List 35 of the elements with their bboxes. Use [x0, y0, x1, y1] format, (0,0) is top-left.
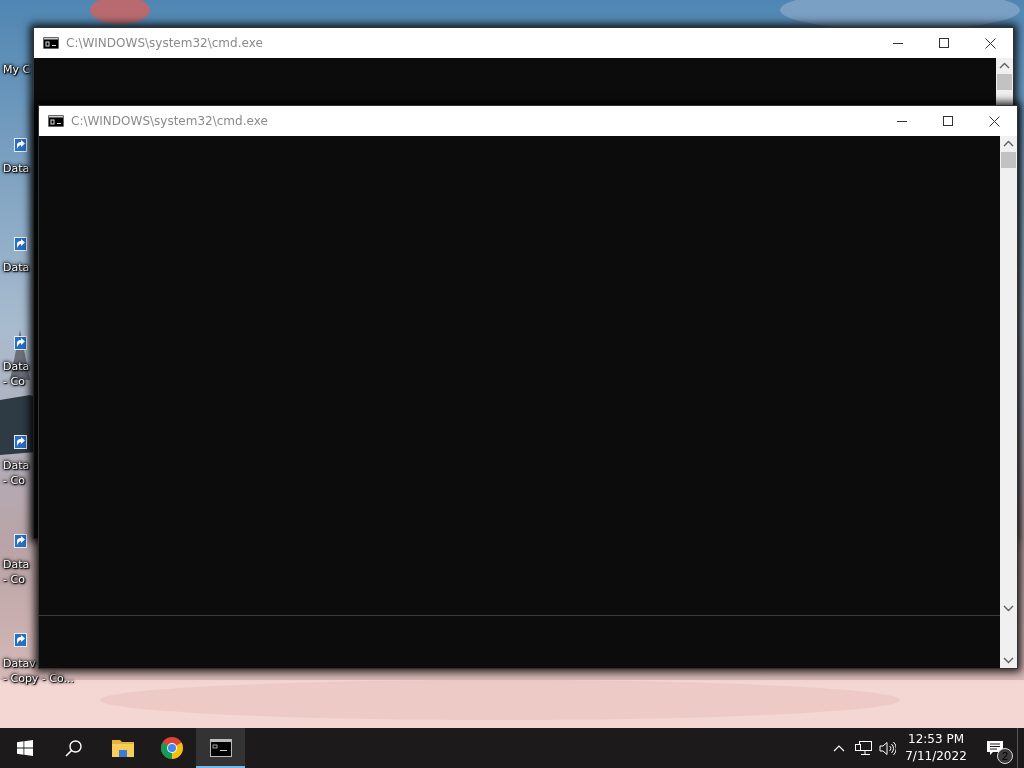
scrollbar[interactable]	[1000, 616, 1017, 668]
scroll-thumb[interactable]	[997, 74, 1012, 90]
console-icon	[43, 37, 59, 49]
chrome-browser-icon	[160, 737, 183, 759]
maximize-icon	[943, 116, 953, 126]
scrollbar[interactable]	[996, 58, 1013, 105]
window-title: C:\WINDOWS\system32\cmd.exe	[66, 36, 264, 50]
folder-icon	[111, 739, 134, 757]
icon-label: - Co	[2, 572, 25, 587]
maximize-icon	[939, 38, 949, 48]
console-icon	[48, 115, 64, 127]
windows-logo-icon	[16, 740, 33, 756]
console-icon	[209, 739, 232, 757]
clock-time[interactable]: 12:53 PM	[908, 731, 964, 748]
shortcut-icon[interactable]	[14, 336, 27, 350]
search-icon	[65, 739, 82, 757]
icon-label: My C	[2, 62, 31, 77]
shortcut-icon[interactable]	[14, 534, 27, 548]
notification-icon	[987, 740, 1003, 756]
scroll-thumb[interactable]	[1001, 152, 1016, 168]
icon-label: - Copy - Co...	[2, 671, 75, 686]
icon-label: - Co	[2, 473, 25, 488]
console-input-area[interactable]	[39, 615, 1000, 668]
icon-label: Data	[2, 557, 30, 572]
clock-date[interactable]: 7/11/2022	[905, 748, 967, 765]
taskbar-app[interactable]	[196, 728, 245, 768]
shortcut-icon[interactable]	[14, 237, 27, 251]
close-icon	[984, 37, 996, 49]
shortcut-icon[interactable]	[14, 633, 27, 647]
scrollbar[interactable]	[1000, 136, 1017, 616]
shortcut-icon[interactable]	[14, 138, 27, 152]
window-title: C:\WINDOWS\system32\cmd.exe	[71, 114, 269, 128]
close-icon	[988, 115, 1000, 127]
icon-label: Data	[2, 161, 30, 176]
shortcut-icon[interactable]	[14, 435, 27, 449]
